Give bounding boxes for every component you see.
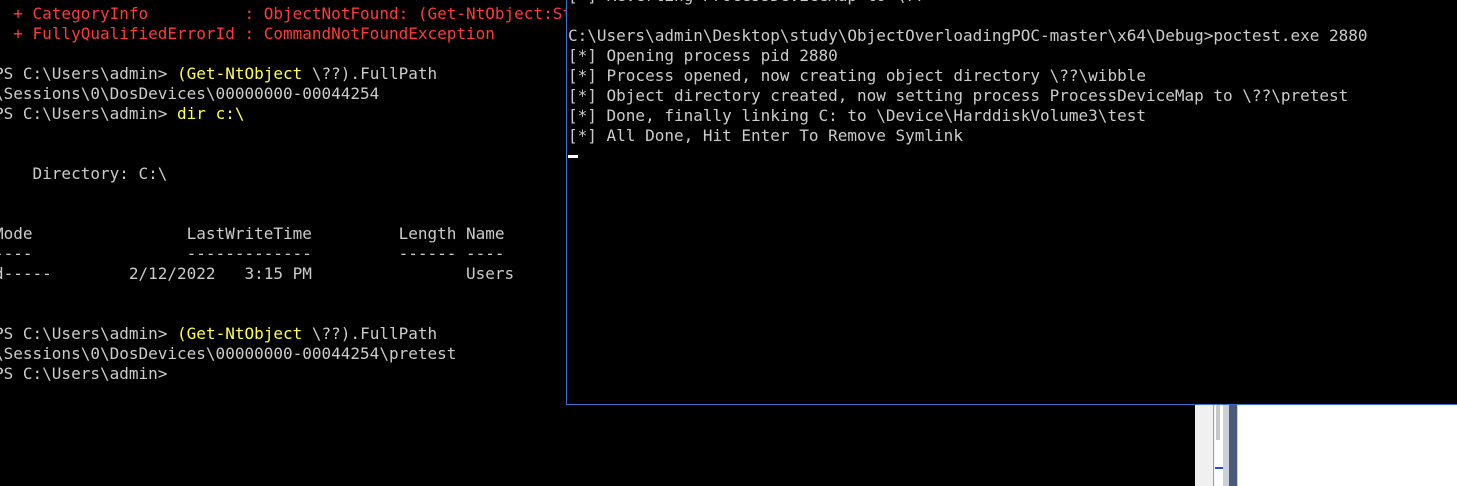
background-window [1195, 405, 1457, 486]
powershell-command: (Get-NtObject [177, 324, 303, 343]
desktop-screen: + CategoryInfo : ObjectNotFound: (Get-Nt… [0, 0, 1457, 486]
powershell-line: Mode LastWriteTime Length Name [0, 224, 566, 244]
cmd-console-output: [*] Reverting ProcessDeviceMap to \??C:\… [568, 0, 1368, 166]
powershell-line: PS C:\Users\admin> [0, 364, 566, 384]
powershell-output-text: \Sessions\0\DosDevices\00000000-00044254… [0, 344, 457, 363]
powershell-command-args: \??).FullPath [302, 324, 438, 343]
powershell-line: + CategoryInfo : ObjectNotFound: (Get-Nt… [0, 4, 566, 24]
powershell-command: (Get-NtObject [177, 64, 303, 83]
powershell-error-text: + FullyQualifiedErrorId : CommandNotFoun… [0, 24, 495, 43]
background-window-scrollbar[interactable] [1216, 405, 1220, 440]
cmd-console-window[interactable]: [*] Reverting ProcessDeviceMap to \??C:\… [566, 0, 1457, 405]
text-cursor [568, 155, 578, 158]
powershell-line: PS C:\Users\admin> (Get-NtObject \??).Fu… [0, 324, 566, 344]
powershell-line: ---- ------------- ------ ---- [0, 244, 566, 264]
powershell-line: \Sessions\0\DosDevices\00000000-00044254 [0, 84, 566, 104]
cmd-line: [*] Object directory created, now settin… [568, 86, 1349, 105]
background-window-divider [1213, 405, 1214, 486]
powershell-line [0, 124, 566, 144]
powershell-command-args: \??).FullPath [302, 64, 438, 83]
powershell-line: + FullyQualifiedErrorId : CommandNotFoun… [0, 24, 566, 44]
powershell-error-text: + CategoryInfo : ObjectNotFound: (Get-Nt… [13, 4, 566, 23]
cmd-cursor-line [568, 146, 1368, 166]
powershell-line [0, 304, 566, 324]
cmd-line: [*] All Done, Hit Enter To Remove Symlin… [568, 126, 963, 145]
background-window-sidebar-strip [1229, 405, 1237, 486]
powershell-line [0, 184, 566, 204]
powershell-prompt: PS C:\Users\admin> [0, 64, 178, 83]
background-window-pane [1195, 405, 1215, 486]
powershell-line [0, 204, 566, 224]
powershell-console[interactable]: + CategoryInfo : ObjectNotFound: (Get-Nt… [0, 4, 566, 486]
powershell-output-text: \Sessions\0\DosDevices\00000000-00044254 [0, 84, 380, 103]
cmd-line [568, 6, 1368, 26]
cmd-line: [*] Done, finally linking C: to \Device\… [568, 106, 1146, 125]
powershell-line: PS C:\Users\admin> (Get-NtObject \??).Fu… [0, 64, 566, 84]
powershell-prompt: PS C:\Users\admin> [0, 364, 178, 383]
background-window-selection-mark [1215, 467, 1223, 469]
powershell-prompt: PS C:\Users\admin> [0, 104, 178, 123]
powershell-line: d----- 2/12/2022 3:15 PM Users [0, 264, 566, 284]
powershell-line [0, 284, 566, 304]
powershell-prompt: PS C:\Users\admin> [0, 324, 178, 343]
powershell-line: PS C:\Users\admin> dir c:\ [0, 104, 566, 124]
powershell-line: \Sessions\0\DosDevices\00000000-00044254… [0, 344, 566, 364]
cmd-line: [*] Process opened, now creating object … [568, 66, 1146, 85]
powershell-output-text: Mode LastWriteTime Length Name [0, 224, 505, 243]
powershell-output-text: d----- 2/12/2022 3:15 PM Users [0, 264, 515, 283]
powershell-line: Directory: C:\ [0, 164, 566, 184]
powershell-output-text: ---- ------------- ------ ---- [0, 244, 505, 263]
cmd-line: C:\Users\admin\Desktop\study\ObjectOverl… [568, 26, 1368, 45]
powershell-output-text: Directory: C:\ [0, 164, 168, 183]
powershell-line [0, 44, 566, 64]
powershell-command: dir c:\ [177, 104, 245, 123]
cmd-line: [*] Opening process pid 2880 [568, 46, 838, 65]
powershell-line [0, 144, 566, 164]
